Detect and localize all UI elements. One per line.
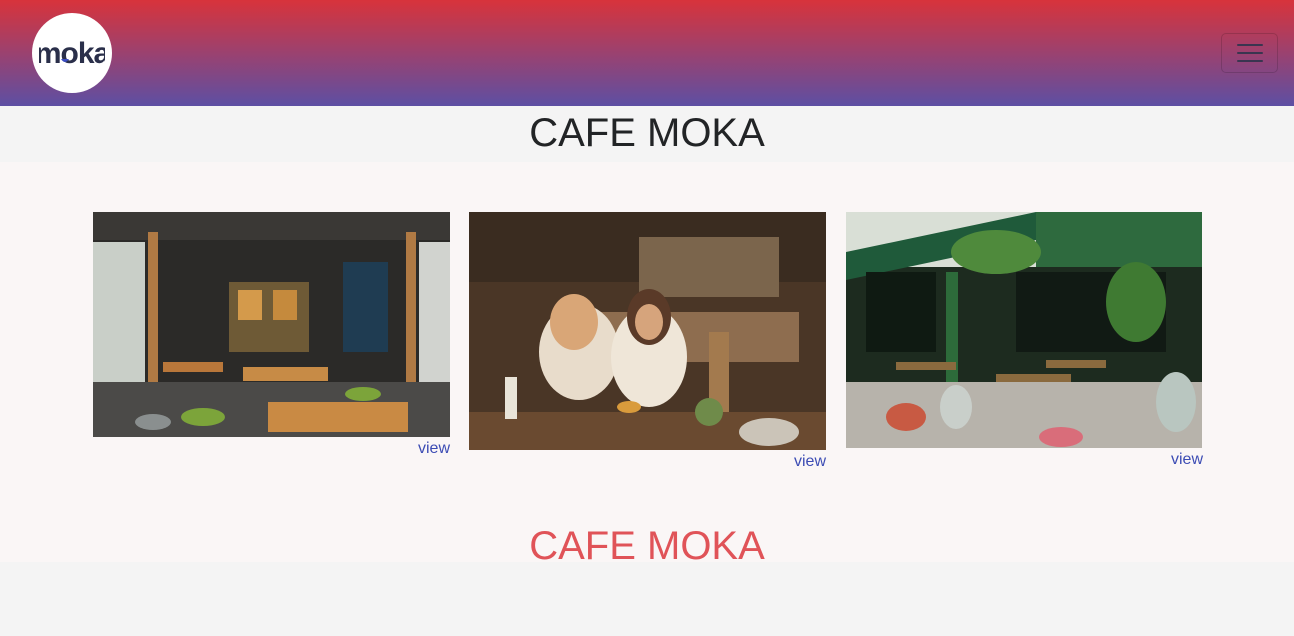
footer-title: CAFE MOKA [529, 524, 765, 562]
svg-text:moka: moka [39, 37, 105, 70]
two-women-cafe-photo[interactable] [469, 212, 826, 450]
menu-toggle-button[interactable] [1221, 33, 1278, 73]
gallery: view view view CAFE MOKA [0, 162, 1294, 562]
hamburger-icon [1236, 44, 1263, 46]
gallery-card: view [469, 212, 826, 474]
view-link[interactable]: view [93, 437, 450, 461]
footer-title-wrap: CAFE MOKA [0, 520, 1294, 562]
brand-logo[interactable]: moka [32, 13, 112, 93]
navbar: moka [0, 0, 1294, 106]
moka-logo-icon: moka [39, 37, 105, 70]
title-band: CAFE MOKA [0, 106, 1294, 162]
restaurant-interior-photo[interactable] [93, 212, 450, 437]
outdoor-terrace-photo[interactable] [846, 212, 1203, 448]
gallery-card: view [93, 212, 450, 461]
gallery-card: view [846, 212, 1203, 472]
page-title: CAFE MOKA [529, 111, 765, 155]
view-link[interactable]: view [846, 448, 1203, 472]
view-link[interactable]: view [469, 450, 826, 474]
